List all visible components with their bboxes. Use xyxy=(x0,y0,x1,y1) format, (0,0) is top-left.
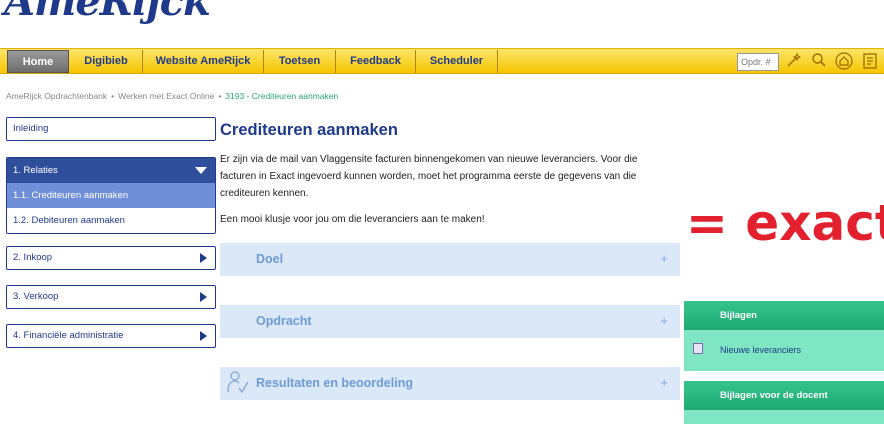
nav-digibieb[interactable]: Digibieb xyxy=(70,50,143,73)
breadcrumb-separator: • xyxy=(218,91,222,101)
nav-scheduler[interactable]: Scheduler xyxy=(416,50,498,73)
section-title: Doel xyxy=(256,252,284,266)
sidebar-item-debiteuren[interactable]: 1.2. Debiteuren aanmaken xyxy=(7,208,215,233)
intro-text-2: Een mooi klusje voor jou om die leveranc… xyxy=(220,214,485,225)
sidebar-item-label: 1.1. Crediteuren aanmaken xyxy=(13,190,129,201)
sidebar-item-crediteuren[interactable]: 1.1. Crediteuren aanmaken xyxy=(7,183,215,208)
person-check-icon xyxy=(227,371,249,394)
intro-text: Er zijn via de mail van Vlaggensite fact… xyxy=(220,154,638,199)
sidebar-item-label: Inleiding xyxy=(13,123,49,134)
sidebar-item-label: 1. Relaties xyxy=(13,165,58,176)
breadcrumb: AmeRijck Opdrachtenbank • Werken met Exact… xyxy=(6,91,338,101)
sidebar-item-financiele-administratie[interactable]: 4. Financiële administratie xyxy=(6,324,216,348)
plus-icon: + xyxy=(660,251,668,266)
breadcrumb-current: 3193 - Crediteuren aanmaken xyxy=(225,91,339,101)
sidebar-item-label: 1.2. Debiteuren aanmaken xyxy=(13,215,125,226)
sidebar-group-relaties: 1. Relaties 1.1. Crediteuren aanmaken 1.… xyxy=(6,157,216,234)
breadcrumb-item[interactable]: AmeRijck Opdrachtenbank xyxy=(6,91,107,101)
chevron-down-icon xyxy=(195,167,207,174)
section-title: Resultaten en beoordeling xyxy=(256,376,413,390)
sidebar-item-inleiding[interactable]: Inleiding xyxy=(6,117,216,141)
search-icon[interactable] xyxy=(809,52,829,72)
page-title: Crediteuren aanmaken xyxy=(220,121,398,139)
section-title: Opdracht xyxy=(256,314,312,328)
home-icon[interactable] xyxy=(834,52,854,72)
sidebar-item-label: 3. Verkoop xyxy=(13,291,59,302)
chevron-right-icon xyxy=(200,253,207,263)
sidebar-item-relaties[interactable]: 1. Relaties xyxy=(7,158,215,183)
amerijck-logo[interactable]: AmeRijck xyxy=(4,0,211,25)
document-icon xyxy=(693,343,703,354)
bijlagen-docent-title: Bijlagen voor de docent xyxy=(684,381,884,410)
page: AmeRijck Home Digibieb Website AmeRijck … xyxy=(0,0,884,424)
bijlagen-title: Bijlagen xyxy=(684,301,884,330)
sidebar-item-label: 4. Financiële administratie xyxy=(13,330,124,341)
magic-wand-icon[interactable] xyxy=(784,52,804,72)
attachment-link[interactable]: Nieuwe leveranciers xyxy=(720,345,801,355)
sidebar-item-label: 2. Inkoop xyxy=(13,252,53,263)
exact-logo: = exact xyxy=(686,194,884,252)
top-nav: Home Digibieb Website AmeRijck Toetsen F… xyxy=(0,48,884,74)
nav-toetsen[interactable]: Toetsen xyxy=(264,50,336,73)
bijlagen-panel: Bijlagen Nieuwe leveranciers xyxy=(684,301,884,371)
exact-logo-text: = exact xyxy=(686,194,884,252)
nav-feedback[interactable]: Feedback xyxy=(336,50,416,73)
sidebar-item-inkoop[interactable]: 2. Inkoop xyxy=(6,246,216,270)
breadcrumb-item[interactable]: Werken met Exact Online xyxy=(118,91,214,101)
section-doel[interactable]: Doel + xyxy=(220,243,680,276)
nav-website[interactable]: Website AmeRijck xyxy=(143,50,264,73)
chevron-right-icon xyxy=(200,331,207,341)
breadcrumb-separator: • xyxy=(111,91,115,101)
section-opdracht[interactable]: Opdracht + xyxy=(220,305,680,338)
report-icon[interactable] xyxy=(860,52,880,72)
section-resultaten[interactable]: Resultaten en beoordeling + xyxy=(220,367,680,400)
sidebar-item-verkoop[interactable]: 3. Verkoop xyxy=(6,285,216,309)
opdracht-number-input[interactable] xyxy=(737,53,779,71)
plus-icon: + xyxy=(660,375,668,390)
bijlagen-docent-panel: Bijlagen voor de docent xyxy=(684,381,884,424)
chevron-right-icon xyxy=(200,292,207,302)
plus-icon: + xyxy=(660,313,668,328)
nav-home[interactable]: Home xyxy=(7,50,69,73)
